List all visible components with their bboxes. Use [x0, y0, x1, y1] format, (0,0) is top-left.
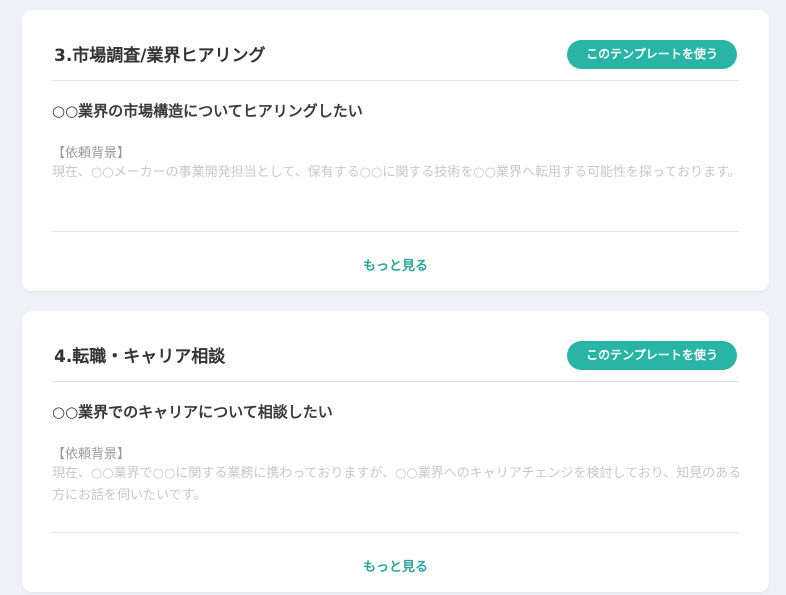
template-card: 4.転職・キャリア相談 このテンプレートを使う ○○業界でのキャリアについて相談… — [22, 311, 769, 592]
template-card: 3.市場調査/業界ヒアリング このテンプレートを使う ○○業界の市場構造について… — [22, 10, 769, 291]
card-header: 4.転職・キャリア相談 このテンプレートを使う — [52, 311, 739, 382]
card-title: 3.市場調査/業界ヒアリング — [54, 46, 266, 66]
background-text: 現在、○○メーカーの事業開発担当として、保有する○○に関する技術を○○業界へ転用… — [52, 165, 741, 180]
request-subject: ○○業界の市場構造についてヒアリングしたい — [52, 102, 363, 120]
divider — [52, 532, 739, 533]
show-more-link[interactable]: もっと見る — [22, 556, 769, 575]
use-template-button[interactable]: このテンプレートを使う — [567, 341, 737, 370]
card-header: 3.市場調査/業界ヒアリング このテンプレートを使う — [52, 10, 739, 81]
request-subject: ○○業界でのキャリアについて相談したい — [52, 403, 333, 421]
background-label: 【依頼背景】 — [52, 146, 131, 161]
show-more-link[interactable]: もっと見る — [22, 255, 769, 274]
divider — [52, 231, 739, 232]
card-title: 4.転職・キャリア相談 — [54, 347, 226, 367]
background-text: 現在、○○業界で○○に関する業務に携わっておりますが、○○業界へのキャリアチェン… — [52, 466, 742, 503]
use-template-button[interactable]: このテンプレートを使う — [567, 40, 737, 69]
background-label: 【依頼背景】 — [52, 447, 131, 462]
